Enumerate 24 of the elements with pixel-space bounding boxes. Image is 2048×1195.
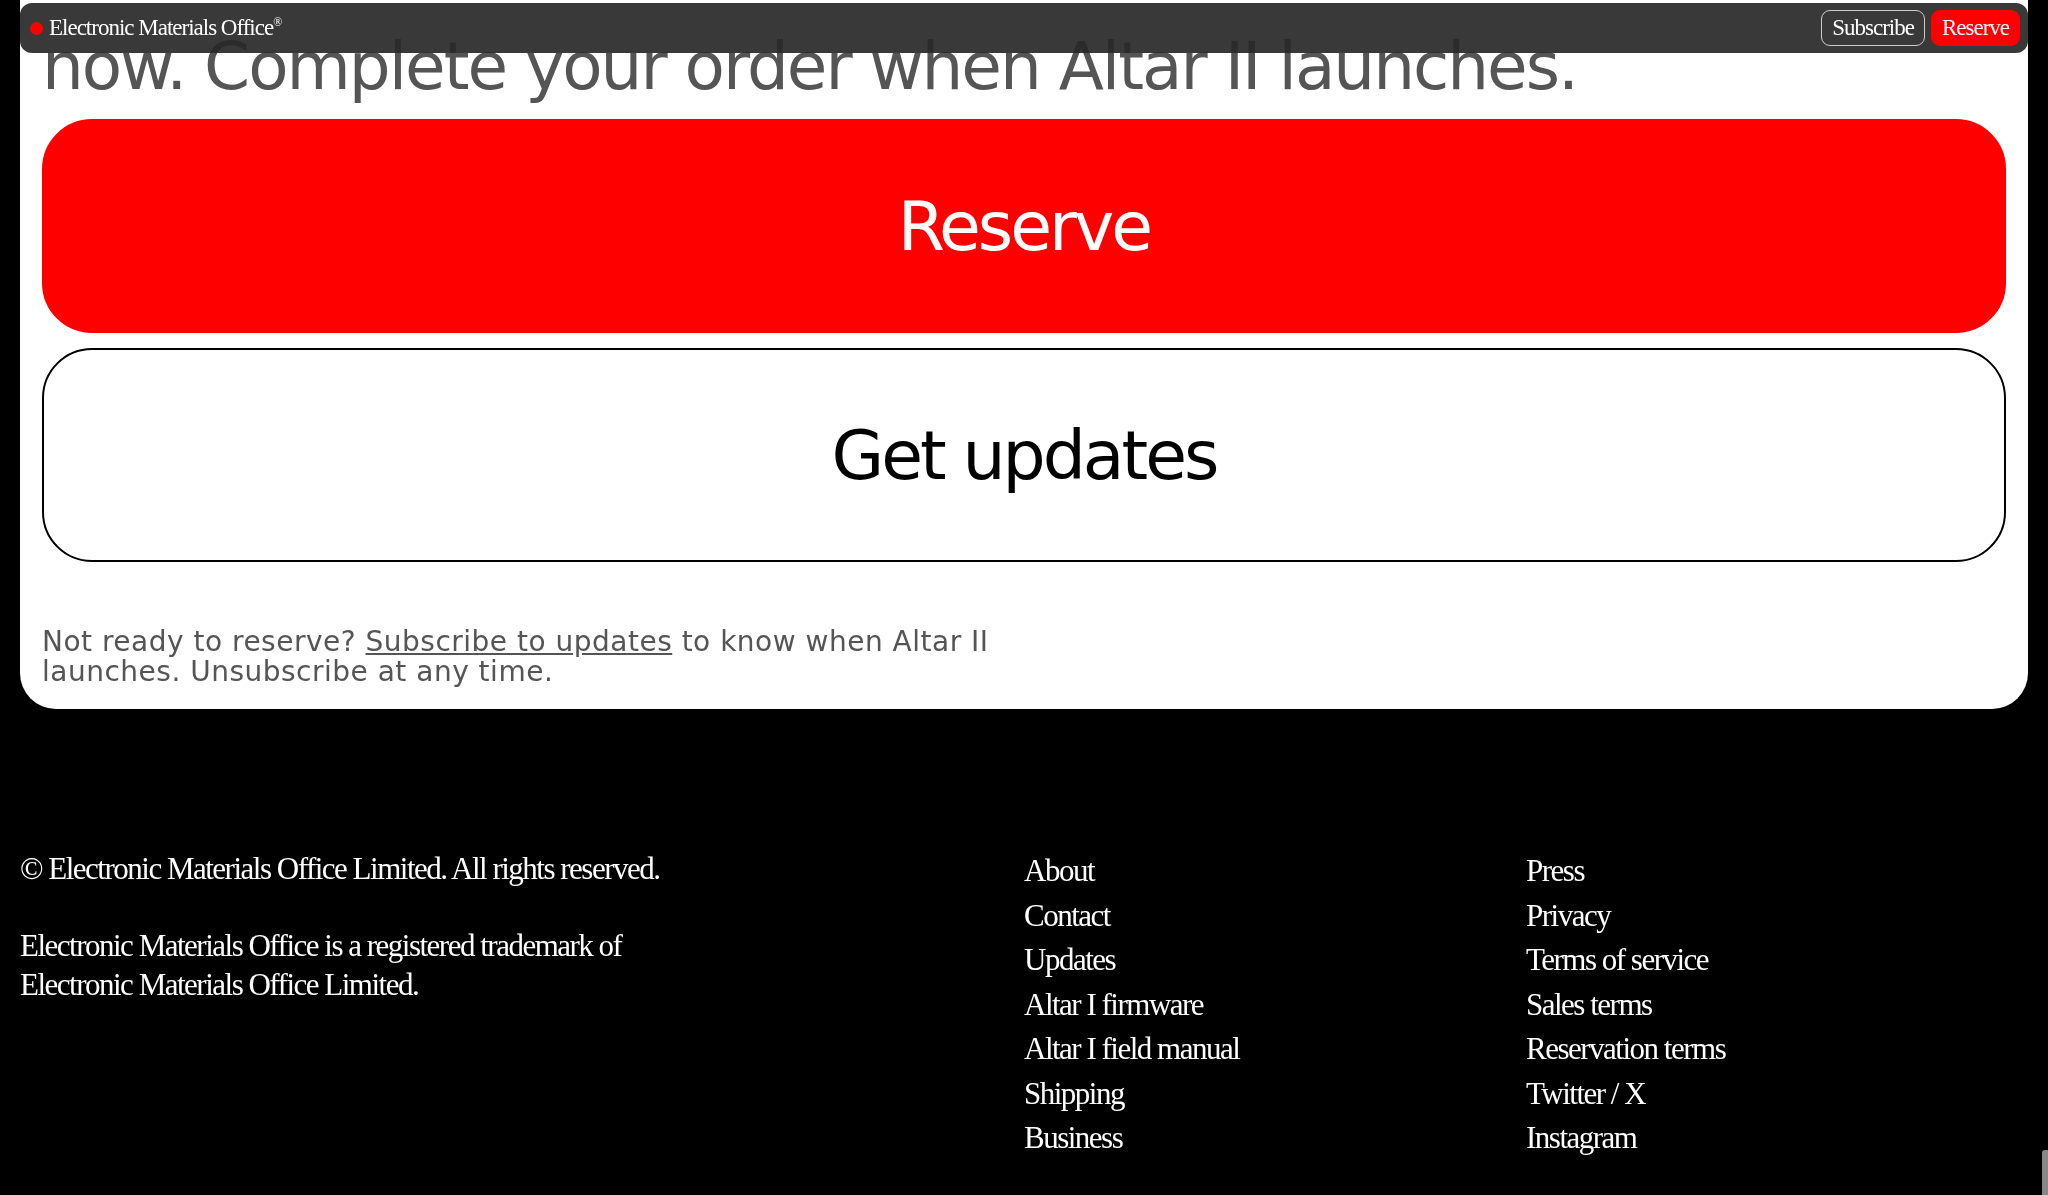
copyright-text: © Electronic Materials Office Limited. All rights reserved.: [20, 850, 661, 888]
footer-link[interactable]: Reservation terms: [1526, 1027, 1726, 1072]
footer-link[interactable]: About: [1024, 849, 1094, 894]
footer-link[interactable]: Privacy: [1526, 893, 1611, 938]
footer-link[interactable]: Twitter / X: [1526, 1071, 1646, 1116]
footer-link[interactable]: Shipping: [1024, 1071, 1124, 1116]
subscribe-button[interactable]: Subscribe: [1821, 10, 1925, 46]
footer-link[interactable]: Contact: [1024, 893, 1110, 938]
footer-link[interactable]: Terms of service: [1526, 938, 1709, 983]
reserve-button[interactable]: Reserve: [42, 119, 2006, 333]
note-text: Not ready to reserve? Subscribe to updates to know when Altar II launches. Unsubscribe at any time.: [42, 627, 990, 687]
footer-link[interactable]: Sales terms: [1526, 982, 1652, 1027]
reserve-button[interactable]: Reserve: [1930, 10, 2020, 46]
footer-link[interactable]: Updates: [1024, 938, 1116, 983]
status-dot-icon: [30, 21, 43, 35]
footer-link[interactable]: Business: [1024, 1116, 1123, 1161]
trademark-text: Electronic Materials Office is a registered trademark of Electronic Materials Office Limited.: [20, 927, 623, 1004]
footer-link[interactable]: Altar I field manual: [1024, 1027, 1240, 1072]
footer-link[interactable]: Altar I firmware: [1024, 982, 1204, 1027]
scrollbar-thumb[interactable]: [2042, 1150, 2048, 1195]
footer-link[interactable]: Press: [1526, 849, 1584, 894]
get-updates-button[interactable]: Get updates: [42, 348, 2006, 562]
footer-link[interactable]: Instagram: [1526, 1116, 1637, 1161]
subscribe-link[interactable]: Subscribe to updates: [365, 625, 673, 658]
